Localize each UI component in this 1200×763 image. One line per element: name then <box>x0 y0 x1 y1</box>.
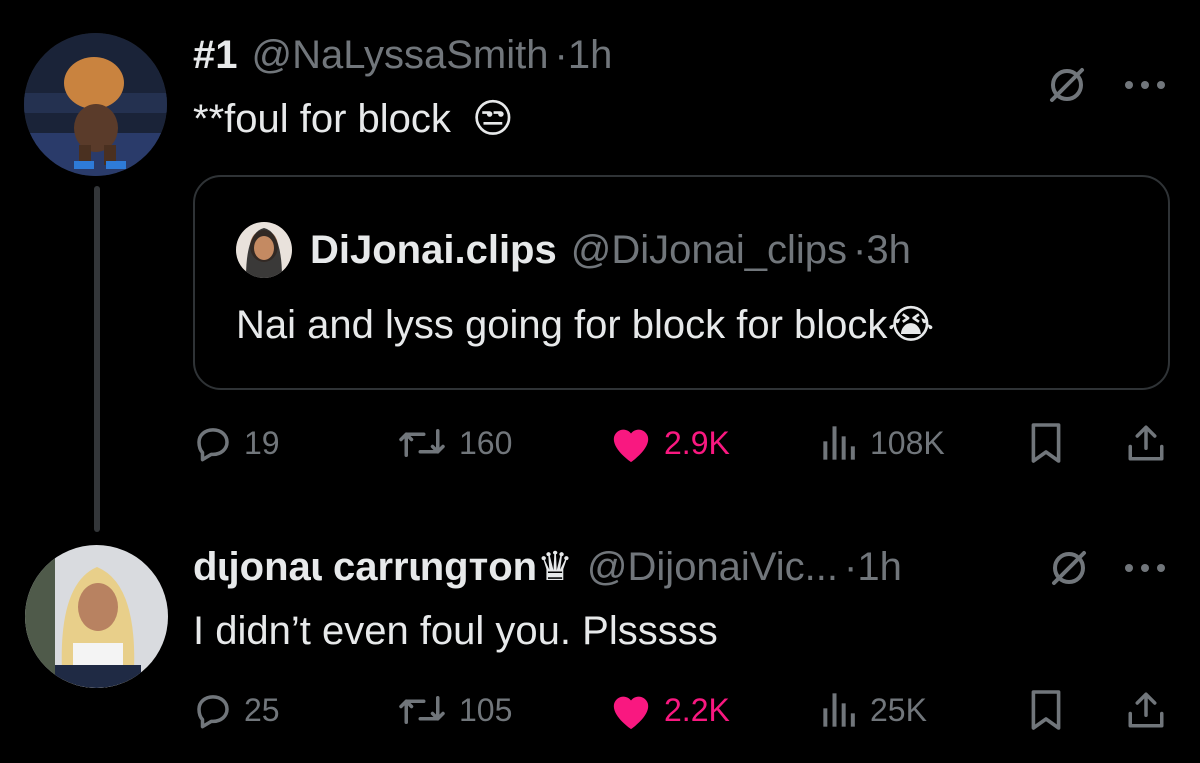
post-actions: 25 105 2.2K 25K <box>190 685 1180 735</box>
reply-count: 19 <box>244 424 280 461</box>
repost-icon <box>399 696 445 724</box>
like-button[interactable]: 2.9K <box>608 418 730 468</box>
timestamp[interactable]: 1h <box>857 544 902 590</box>
quote-text-content: Nai and lyss going for block for block <box>236 303 888 347</box>
repost-count: 105 <box>459 691 513 728</box>
post-header: #1 @NaLyssaSmith · 1h <box>193 32 612 78</box>
crying-emoji: 😭 <box>887 303 935 347</box>
views-icon <box>823 693 855 727</box>
repost-icon <box>399 429 445 457</box>
like-count: 2.2K <box>664 691 730 728</box>
grok-icon[interactable] <box>1042 541 1096 595</box>
views-icon <box>823 426 855 460</box>
display-name[interactable]: dɩjonaɩ carrɩngтon♛ <box>193 544 573 590</box>
share-icon <box>1128 692 1164 728</box>
view-count: 108K <box>870 424 945 461</box>
share-button[interactable] <box>1125 685 1167 735</box>
avatar[interactable] <box>24 33 167 176</box>
display-name[interactable]: #1 <box>193 32 238 78</box>
quote-timestamp[interactable]: 3h <box>866 227 911 273</box>
like-count: 2.9K <box>664 424 730 461</box>
reply-count: 25 <box>244 691 280 728</box>
bookmark-icon <box>1031 690 1061 730</box>
unamused-emoji: 😒 <box>472 97 514 141</box>
quote-handle[interactable]: @DiJonai_clips <box>571 227 847 273</box>
separator-dot: · <box>853 228 867 272</box>
more-icon[interactable] <box>1118 541 1172 595</box>
thread-connector <box>94 186 100 532</box>
post-header: dɩjonaɩ carrɩngтon♛ @DijonaiVic... · 1h <box>193 544 902 590</box>
quoted-post[interactable] <box>193 175 1170 390</box>
quote-header: DiJonai.clips @DiJonai_clips · 3h <box>310 227 911 273</box>
grok-icon[interactable] <box>1040 58 1094 112</box>
post-actions: 19 160 2.9K 108K <box>190 418 1180 468</box>
separator-dot: · <box>554 33 568 77</box>
heart-icon <box>613 429 649 463</box>
share-icon <box>1128 425 1164 461</box>
view-count: 25K <box>870 691 927 728</box>
post-text-content: **foul for block <box>193 97 451 141</box>
timestamp[interactable]: 1h <box>568 32 613 78</box>
separator-dot: · <box>844 545 858 589</box>
post-text: I didn’t even foul you. Plsssss <box>193 609 718 653</box>
avatar[interactable] <box>25 545 168 688</box>
reply-button[interactable]: 25 <box>192 685 280 735</box>
user-handle[interactable]: @DijonaiVic... <box>587 544 838 590</box>
quote-avatar[interactable] <box>236 222 292 278</box>
reply-icon <box>197 428 229 462</box>
share-button[interactable] <box>1125 418 1167 468</box>
views-button[interactable]: 25K <box>820 685 927 735</box>
repost-button[interactable]: 105 <box>395 685 512 735</box>
bookmark-button[interactable] <box>1028 685 1064 735</box>
reply-button[interactable]: 19 <box>192 418 280 468</box>
repost-count: 160 <box>459 424 513 461</box>
repost-button[interactable]: 160 <box>395 418 512 468</box>
views-button[interactable]: 108K <box>820 418 945 468</box>
bookmark-button[interactable] <box>1028 418 1064 468</box>
bookmark-icon <box>1031 423 1061 463</box>
reply-icon <box>197 695 229 729</box>
more-icon[interactable] <box>1118 58 1172 112</box>
heart-icon <box>613 696 649 730</box>
quote-display-name[interactable]: DiJonai.clips <box>310 227 557 273</box>
like-button[interactable]: 2.2K <box>608 685 730 735</box>
quote-text: Nai and lyss going for block for block😭 <box>236 302 934 348</box>
post-text: **foul for block 😒 <box>193 96 514 142</box>
user-handle[interactable]: @NaLyssaSmith <box>252 32 549 78</box>
